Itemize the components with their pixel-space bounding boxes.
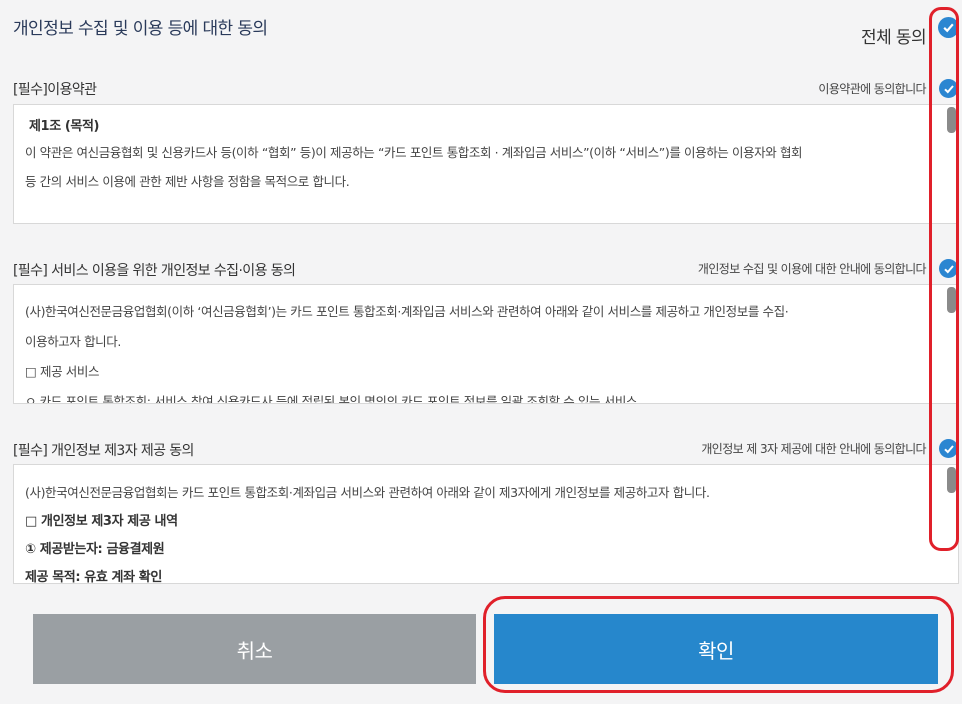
collection-line: ㅇ 카드 포인트 통합조회: 서비스 참여 신용카드사 등에 적립된 본인 명의… [25,394,638,404]
collection-scrollbar[interactable] [947,287,956,313]
terms-line: 등 간의 서비스 이용에 관한 제반 사항을 정함을 목적으로 합니다. [25,174,350,189]
third-party-scrollbar[interactable] [947,467,956,493]
cancel-button[interactable]: 취소 [33,614,476,684]
third-party-line: □ 개인정보 제3자 제공 내역 [25,514,178,529]
third-party-line: ① 제공받는자: 금융결제원 [25,542,165,557]
collection-text-box[interactable]: (사)한국여신전문금융업협회(이하 ‘여신금융협회’)는 카드 포인트 통합조회… [13,284,959,404]
section-collection-check-icon[interactable] [939,259,958,278]
terms-scrollbar[interactable] [947,107,956,133]
terms-heading: 제1조 (목적) [29,119,100,134]
section-terms-agree-label[interactable]: 이용약관에 동의합니다 [818,80,926,97]
section-terms-title: [필수]이용약관 [13,82,97,98]
collection-line: □ 제공 서비스 [25,364,100,379]
terms-text-box[interactable]: 제1조 (목적) 이 약관은 여신금융협회 및 신용카드사 등(이하 “협회” … [13,104,959,224]
section-third-party-check-icon[interactable] [939,439,958,458]
third-party-line: 제공 목적: 유효 계좌 확인 [25,570,162,584]
section-collection-title: [필수] 서비스 이용을 위한 개인정보 수집·이용 동의 [13,263,296,279]
third-party-text-box[interactable]: (사)한국여신전문금융업협회는 카드 포인트 통합조회·계좌입금 서비스와 관련… [13,464,959,584]
agree-all-label[interactable]: 전체 동의 [861,23,927,48]
section-third-party-agree-label[interactable]: 개인정보 제 3자 제공에 대한 안내에 동의합니다 [701,440,926,457]
collection-line: 이용하고자 합니다. [25,334,121,349]
consent-page: 개인정보 수집 및 이용 등에 대한 동의 전체 동의 [필수]이용약관 이용약… [0,0,962,704]
collection-line: (사)한국여신전문금융업협회(이하 ‘여신금융협회’)는 카드 포인트 통합조회… [25,304,789,319]
agree-all-check-icon[interactable] [938,17,959,38]
page-title: 개인정보 수집 및 이용 등에 대한 동의 [13,19,268,39]
section-terms-check-icon[interactable] [939,79,958,98]
terms-line: 이 약관은 여신금융협회 및 신용카드사 등(이하 “협회” 등)이 제공하는 … [25,145,803,160]
section-collection-agree-label[interactable]: 개인정보 수집 및 이용에 대한 안내에 동의합니다 [698,260,927,277]
section-third-party-title: [필수] 개인정보 제3자 제공 동의 [13,443,194,459]
third-party-line: (사)한국여신전문금융업협회는 카드 포인트 통합조회·계좌입금 서비스와 관련… [25,485,710,500]
confirm-button[interactable]: 확인 [494,614,938,684]
